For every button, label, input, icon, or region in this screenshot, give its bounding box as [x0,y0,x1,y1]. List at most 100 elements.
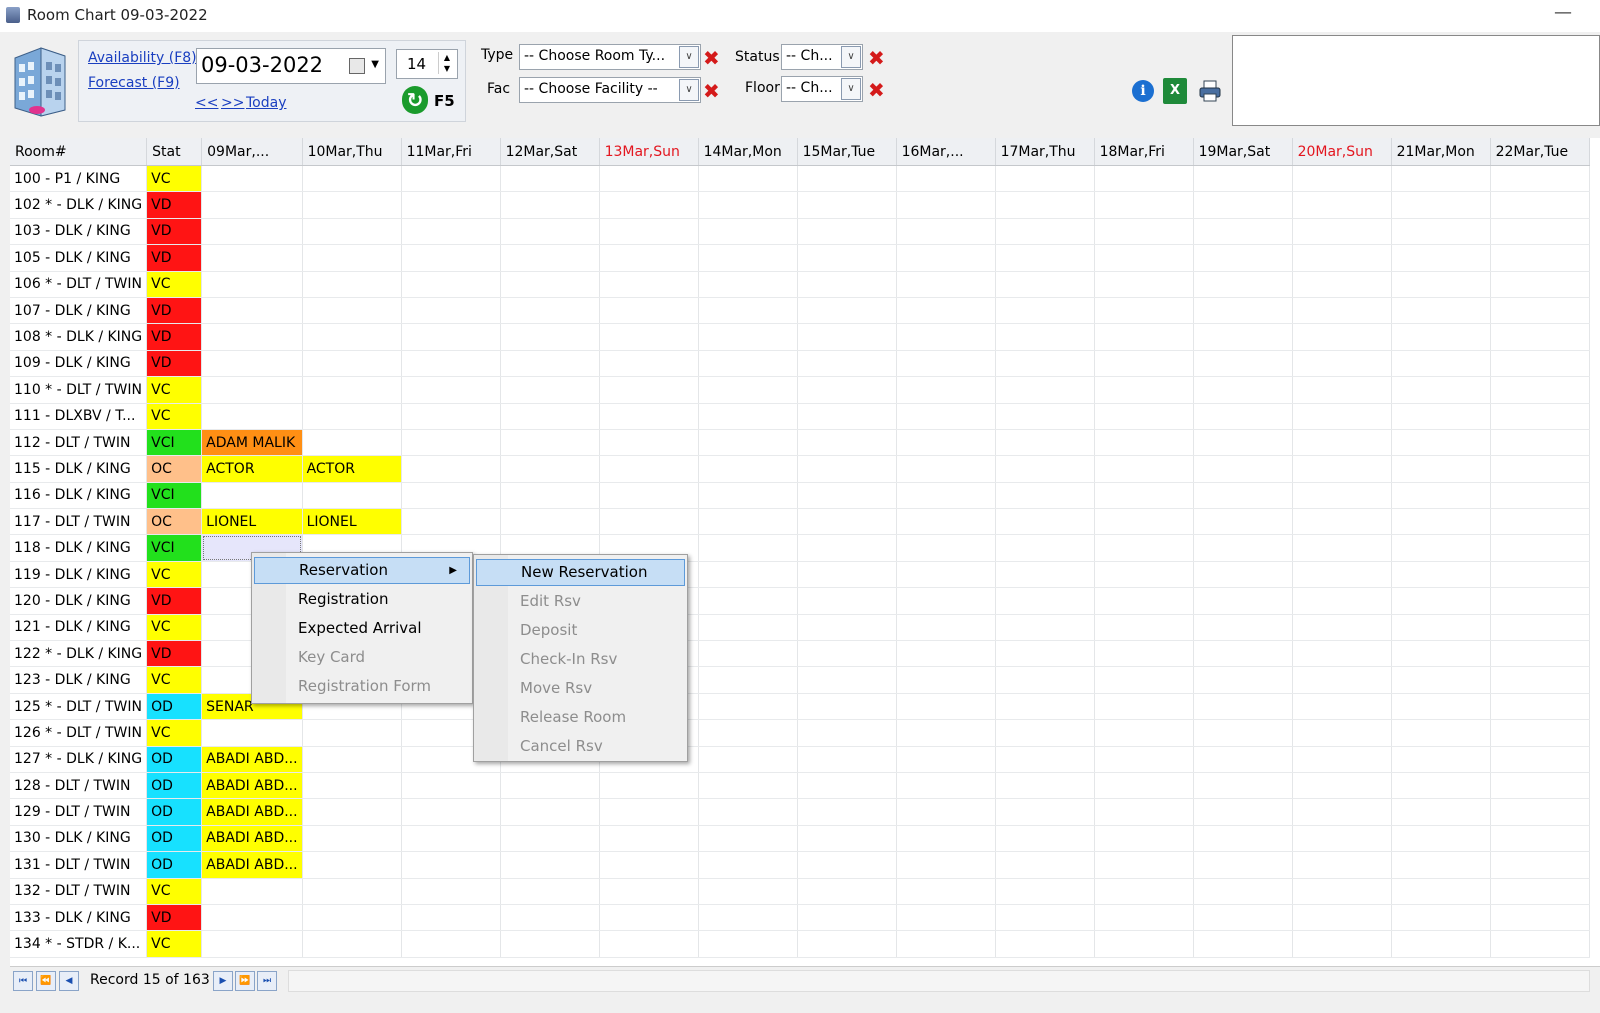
date-cell[interactable] [995,244,1095,272]
date-cell[interactable] [1292,561,1392,589]
date-cell[interactable] [995,218,1095,246]
date-cell[interactable] [1490,851,1590,879]
room-status-cell[interactable]: OD [146,746,203,773]
date-cell[interactable] [698,534,798,562]
date-cell[interactable] [1490,798,1590,826]
status-select[interactable]: -- Ch... ∨ [781,44,863,70]
date-cell[interactable] [599,350,699,378]
date-cell[interactable] [1391,851,1491,879]
date-cell[interactable] [1391,271,1491,298]
date-cell[interactable] [1292,455,1392,483]
date-cell[interactable] [1490,244,1590,272]
room-name-cell[interactable]: 102 * - DLK / KING [10,191,148,219]
room-row[interactable]: 115 - DLK / KING OC ACTOR ACTOR [10,455,1590,483]
date-column-header[interactable]: 18Mar,Fri [1094,138,1194,166]
date-cell[interactable] [995,693,1095,721]
date-cell[interactable] [698,693,798,721]
room-name-cell[interactable]: 122 * - DLK / KING [10,640,148,668]
date-cell[interactable] [599,376,699,404]
next-record-icon[interactable]: ▶ [213,971,233,991]
date-cell[interactable] [1292,376,1392,404]
date-cell[interactable] [995,297,1095,325]
room-status-cell[interactable]: VC [146,271,203,298]
date-cell[interactable] [302,323,402,351]
date-cell[interactable] [1490,403,1590,430]
date-cell[interactable] [1490,746,1590,773]
date-cell[interactable] [995,508,1095,536]
date-cell[interactable] [698,798,798,826]
room-status-cell[interactable]: VD [146,218,203,246]
room-status-cell[interactable]: VD [146,904,203,932]
date-cell[interactable] [995,825,1095,853]
date-cell[interactable] [698,297,798,325]
date-cell[interactable] [1490,429,1590,457]
last-record-icon[interactable]: ⏭ [257,971,277,991]
room-row[interactable]: 110 * - DLT / TWIN VC [10,376,1590,404]
room-status-cell[interactable]: OD [146,798,203,826]
date-cell[interactable] [1292,297,1392,325]
date-cell[interactable] [302,271,402,298]
date-cell[interactable] [500,508,600,536]
date-column-header[interactable]: 11Mar,Fri [401,138,501,166]
date-cell[interactable] [1193,297,1293,325]
reservation-cell[interactable]: ABADI ABD... [201,798,303,826]
date-cell[interactable] [995,614,1095,642]
room-status-cell[interactable]: VC [146,403,203,430]
room-status-cell[interactable]: OC [146,455,203,483]
date-cell[interactable] [401,851,501,879]
date-cell[interactable] [1391,403,1491,430]
date-cell[interactable] [1490,772,1590,800]
date-cell[interactable] [201,904,303,932]
date-cell[interactable] [896,930,996,958]
date-cell[interactable] [599,930,699,958]
date-cell[interactable] [1094,746,1194,773]
date-cell[interactable] [995,587,1095,615]
date-cell[interactable] [500,798,600,826]
room-row[interactable]: 108 * - DLK / KING VD [10,323,1590,351]
room-status-cell[interactable]: VC [146,561,203,589]
date-cell[interactable] [1094,666,1194,694]
room-status-cell[interactable]: VD [146,587,203,615]
date-cell[interactable] [1391,297,1491,325]
date-cell[interactable] [995,666,1095,694]
date-cell[interactable] [1490,350,1590,378]
date-cell[interactable] [1094,455,1194,483]
floor-select[interactable]: -- Ch... ∨ [781,76,863,102]
date-cell[interactable] [1193,482,1293,510]
date-cell[interactable] [500,297,600,325]
status-column-header[interactable]: Stat [146,138,203,166]
date-cell[interactable] [599,403,699,430]
room-row[interactable]: 112 - DLT / TWIN VCI ADAM MALIK [10,429,1590,457]
date-cell[interactable] [896,798,996,826]
room-name-cell[interactable]: 125 * - DLT / TWIN [10,693,148,721]
date-cell[interactable] [698,772,798,800]
date-cell[interactable] [401,772,501,800]
date-cell[interactable] [302,825,402,853]
date-cell[interactable] [201,403,303,430]
date-cell[interactable] [1490,455,1590,483]
room-status-cell[interactable]: VCI [146,534,203,562]
clear-type-icon[interactable]: ✖ [703,48,720,68]
date-cell[interactable] [995,376,1095,404]
date-cell[interactable] [1094,403,1194,430]
date-cell[interactable] [302,376,402,404]
room-row[interactable]: 105 - DLK / KING VD [10,244,1590,272]
date-cell[interactable] [797,165,897,193]
date-cell[interactable] [1490,666,1590,694]
date-cell[interactable] [1094,798,1194,826]
date-cell[interactable] [698,719,798,747]
date-cell[interactable] [995,930,1095,958]
horizontal-scrollbar[interactable] [288,970,1590,992]
date-cell[interactable] [995,719,1095,747]
date-cell[interactable] [896,429,996,457]
room-status-cell[interactable]: OD [146,851,203,879]
date-cell[interactable] [698,587,798,615]
room-status-cell[interactable]: VC [146,165,203,193]
date-cell[interactable] [201,218,303,246]
date-cell[interactable] [599,165,699,193]
room-row[interactable]: 107 - DLK / KING VD [10,297,1590,325]
date-cell[interactable] [896,191,996,219]
room-row[interactable]: 120 - DLK / KING VD [10,587,1590,615]
date-cell[interactable] [1094,271,1194,298]
room-status-cell[interactable]: OC [146,508,203,536]
